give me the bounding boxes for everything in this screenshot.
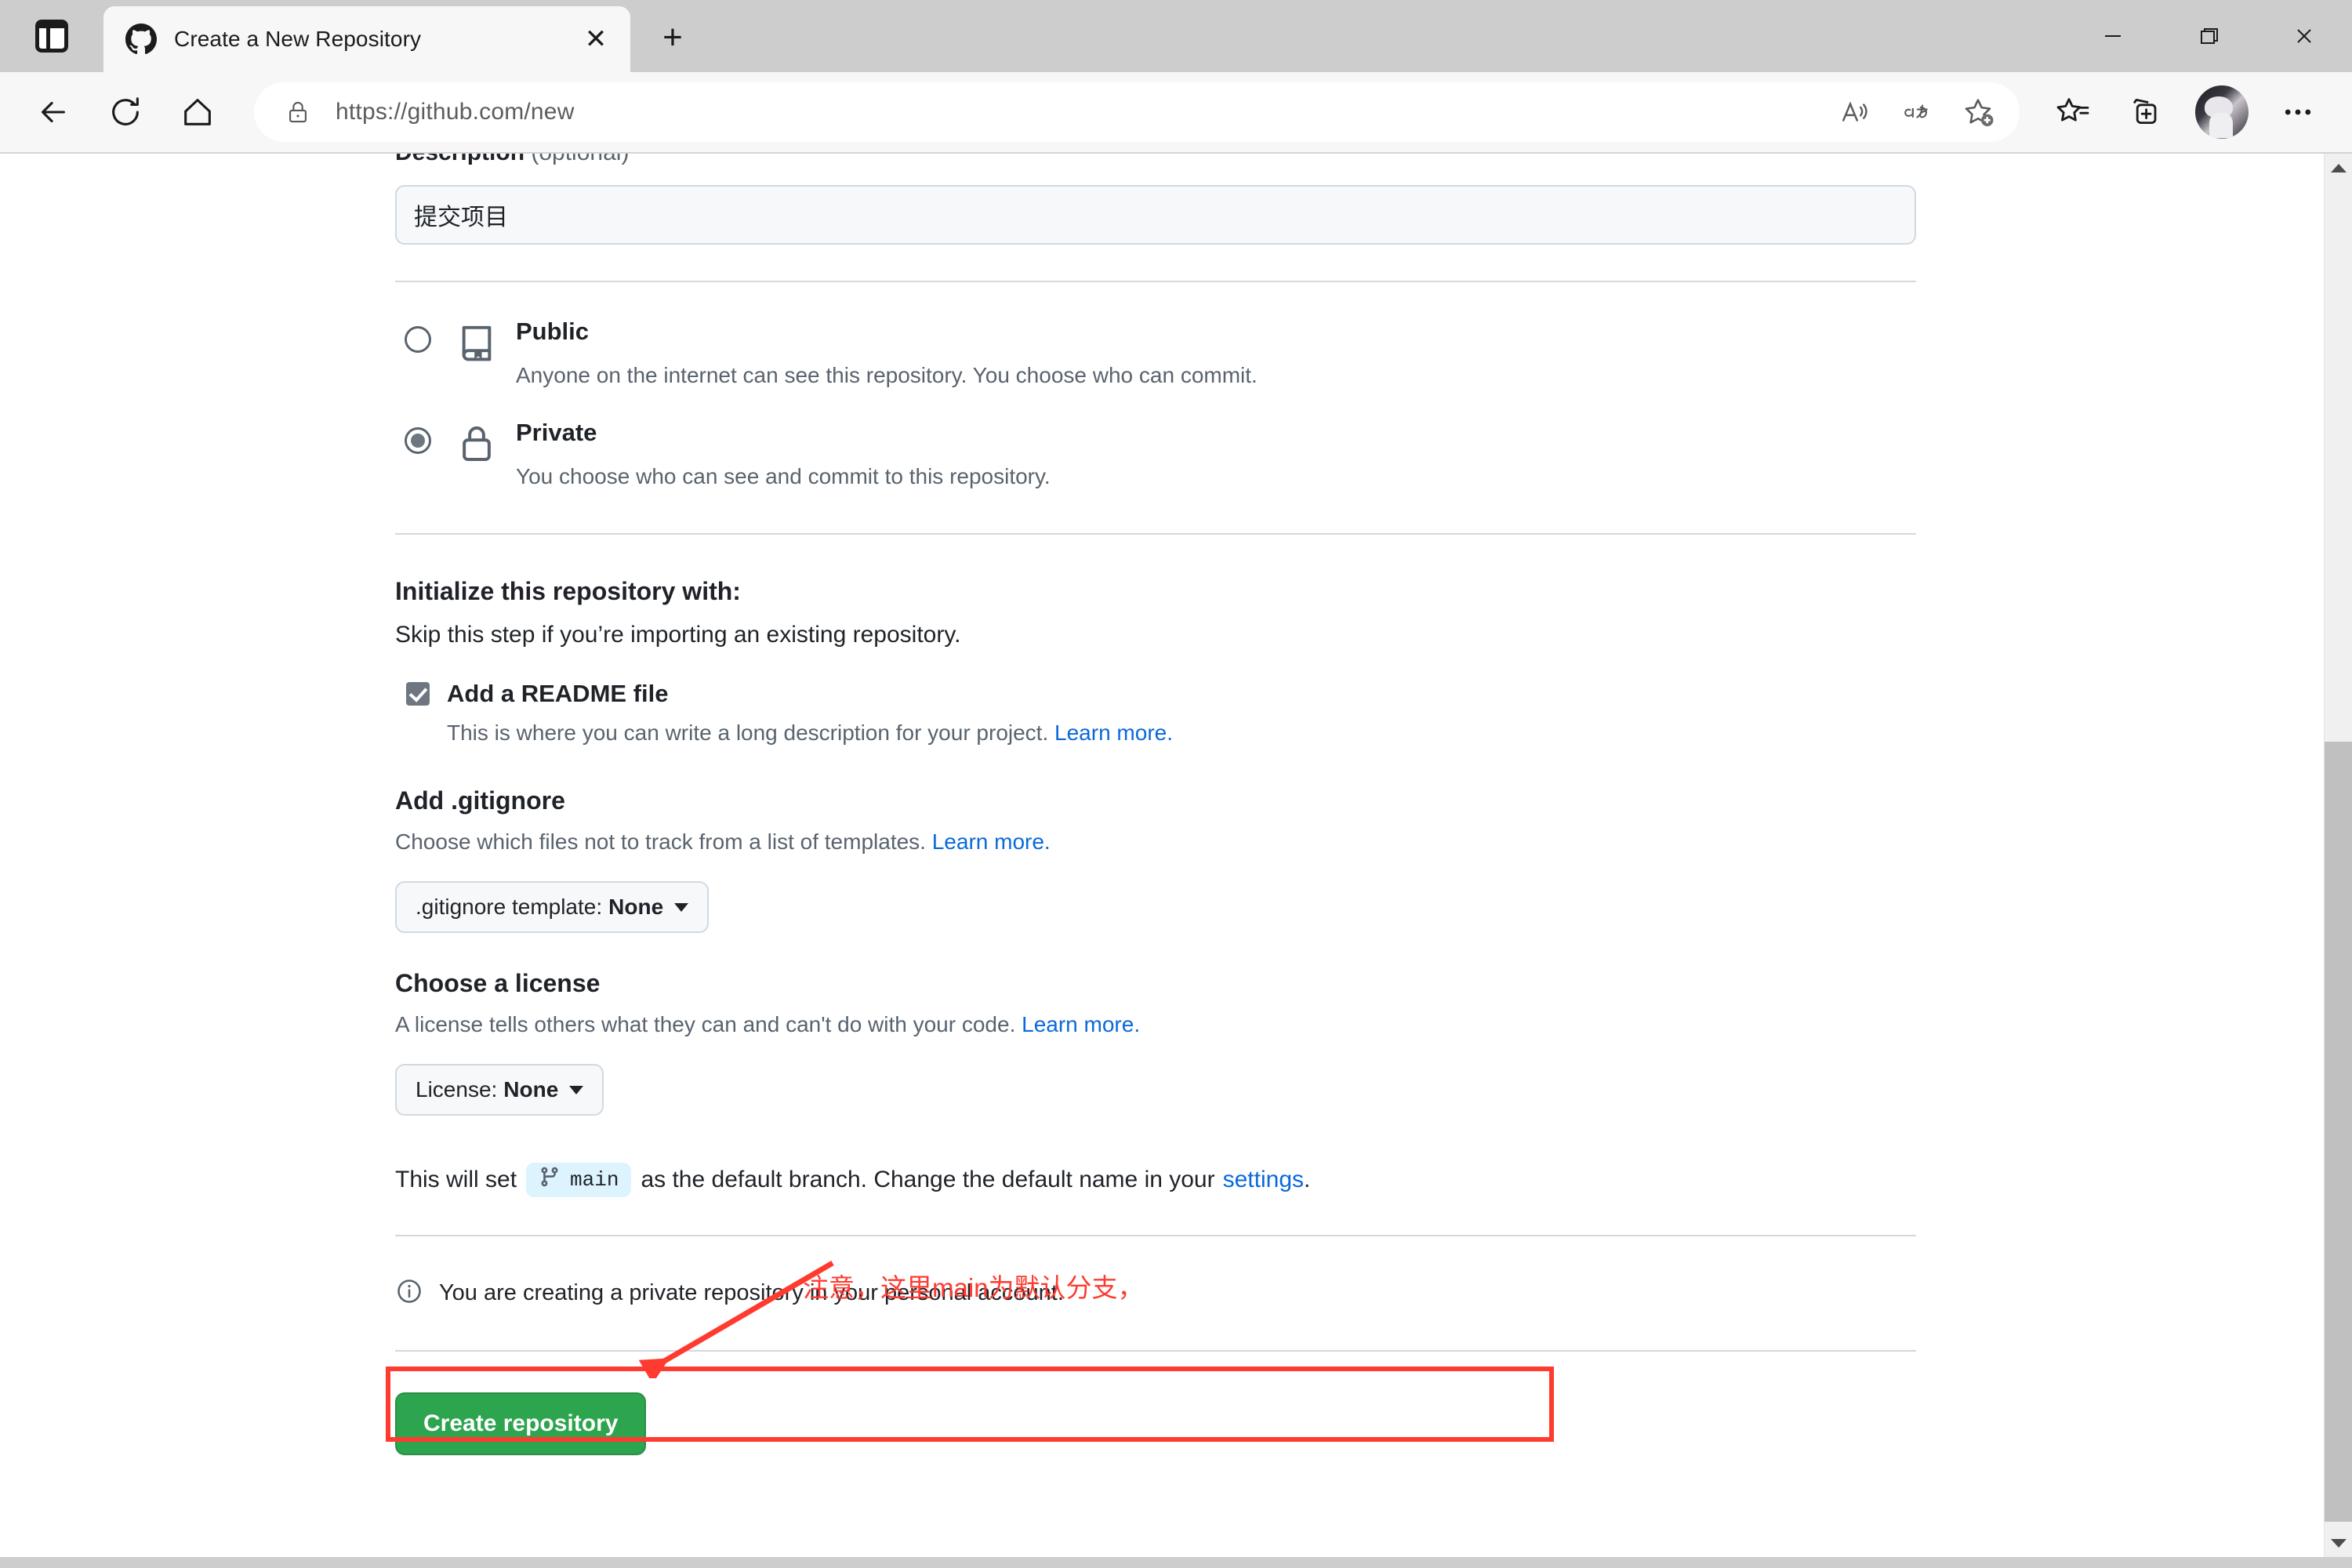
repo-book-icon — [455, 320, 499, 368]
github-icon — [125, 24, 157, 55]
description-input-value: 提交项目 — [414, 205, 508, 230]
readme-description-text: This is where you can write a long descr… — [447, 720, 1055, 746]
branch-notice-suffix: . — [1304, 1167, 1311, 1193]
tab-sidebar-toggle-button[interactable] — [0, 0, 103, 72]
new-repo-form: Description (optional) 提交项目 — [386, 154, 1919, 1456]
gitignore-description: Choose which files not to track from a l… — [395, 829, 1919, 855]
window-controls — [2065, 0, 2352, 72]
visibility-option-public[interactable]: Public Anyone on the internet can see th… — [395, 317, 1919, 390]
url-text: https://github.com/new — [336, 99, 575, 125]
settings-more-icon[interactable] — [2265, 79, 2331, 145]
description-input[interactable]: 提交项目 — [395, 185, 1916, 245]
readme-label: Add a README file — [447, 680, 669, 708]
visibility-desc-private: You choose who can see and commit to thi… — [516, 463, 1051, 488]
divider — [395, 1235, 1916, 1237]
visibility-title-private: Private — [516, 419, 597, 447]
browser-tab[interactable]: Create a New Repository ✕ — [103, 6, 630, 72]
branch-notice-middle: as the default branch. Change the defaul… — [641, 1167, 1215, 1193]
license-description-text: A license tells others what they can and… — [395, 1012, 1022, 1037]
gitignore-dropdown-value: None — [608, 895, 664, 920]
readme-description: This is where you can write a long descr… — [447, 720, 1919, 746]
radio-public[interactable] — [405, 326, 431, 353]
description-label: Description (optional) — [395, 154, 1919, 166]
add-favorite-icon[interactable] — [1947, 85, 2009, 140]
branch-name: main — [570, 1168, 619, 1192]
divider — [395, 281, 1916, 282]
divider — [395, 1350, 1916, 1352]
divider — [395, 533, 1916, 535]
description-optional-text: (optional) — [524, 154, 629, 165]
collections-icon[interactable] — [2113, 79, 2179, 145]
back-button[interactable] — [22, 81, 85, 143]
info-circle-icon — [395, 1277, 423, 1309]
gitignore-title: Add .gitignore — [395, 786, 565, 815]
branch-notice-prefix: This will set — [395, 1167, 517, 1193]
read-aloud-icon[interactable] — [1825, 85, 1886, 140]
new-tab-button[interactable]: + — [644, 9, 701, 66]
gitignore-description-text: Choose which files not to track from a l… — [395, 829, 932, 855]
gitignore-learn-more-link[interactable]: Learn more. — [932, 829, 1051, 854]
git-branch-icon — [539, 1166, 570, 1194]
avatar[interactable] — [2195, 85, 2249, 139]
license-title: Choose a license — [395, 969, 601, 998]
annotation-text: 注意，这里main为默认分支， — [803, 1273, 1144, 1302]
browser-toolbar: https://github.com/new — [0, 72, 2352, 154]
chevron-down-icon — [569, 1085, 584, 1094]
readme-learn-more-link[interactable]: Learn more. — [1054, 720, 1173, 745]
lock-icon — [282, 99, 314, 125]
license-dropdown[interactable]: License: None — [395, 1064, 604, 1116]
initialize-title: Initialize this repository with: — [395, 577, 741, 606]
create-repository-button[interactable]: Create repository — [395, 1392, 647, 1456]
visibility-desc-public: Anyone on the internet can see this repo… — [516, 362, 1258, 387]
visibility-title-public: Public — [516, 318, 590, 345]
chevron-down-icon — [674, 902, 689, 912]
readme-checkbox[interactable] — [406, 682, 430, 706]
license-dropdown-value: None — [503, 1077, 559, 1102]
restore-button[interactable] — [2161, 0, 2256, 72]
lock-icon — [455, 421, 499, 469]
browser-window: Create a New Repository ✕ + https://gith… — [0, 0, 2352, 1568]
reload-button[interactable] — [94, 81, 157, 143]
gitignore-dropdown-prefix: .gitignore template: — [416, 895, 603, 920]
close-window-button[interactable] — [2256, 0, 2352, 72]
visibility-option-private[interactable]: Private You choose who can see and commi… — [395, 418, 1919, 491]
window-bottom-edge — [0, 1557, 2352, 1568]
default-branch-notice: This will set main as the default branch… — [395, 1163, 1919, 1198]
gitignore-template-dropdown[interactable]: .gitignore template: None — [395, 881, 710, 934]
github-new-repo-page: Description (optional) 提交项目 — [0, 154, 2299, 1568]
favorites-icon[interactable] — [2039, 79, 2105, 145]
license-learn-more-link[interactable]: Learn more. — [1022, 1012, 1140, 1036]
scrollbar-thumb[interactable] — [2325, 742, 2352, 1522]
browser-titlebar: Create a New Repository ✕ + — [0, 0, 2352, 72]
account-notice: You are creating a private repository in… — [395, 1277, 1919, 1309]
close-icon[interactable]: ✕ — [575, 19, 616, 60]
radio-private[interactable] — [405, 427, 431, 455]
home-button[interactable] — [166, 81, 229, 143]
tab-sidebar-icon — [35, 20, 68, 53]
vertical-scrollbar[interactable] — [2324, 154, 2352, 1568]
readme-checkbox-row[interactable]: Add a README file — [395, 680, 1919, 708]
page-viewport: Description (optional) 提交项目 — [0, 154, 2352, 1568]
scroll-up-arrow-icon[interactable] — [2325, 154, 2352, 182]
minimize-button[interactable] — [2065, 0, 2161, 72]
default-branch-chip: main — [526, 1163, 632, 1198]
address-bar[interactable]: https://github.com/new — [254, 82, 2020, 142]
license-description: A license tells others what they can and… — [395, 1012, 1919, 1037]
license-dropdown-prefix: License: — [416, 1077, 498, 1102]
translate-icon[interactable] — [1886, 85, 1947, 140]
settings-link[interactable]: settings — [1223, 1167, 1304, 1193]
description-label-text: Description — [395, 154, 524, 165]
scroll-down-arrow-icon[interactable] — [2325, 1529, 2352, 1557]
initialize-subtitle: Skip this step if you’re importing an ex… — [395, 622, 961, 648]
tab-title: Create a New Repository — [174, 27, 422, 51]
